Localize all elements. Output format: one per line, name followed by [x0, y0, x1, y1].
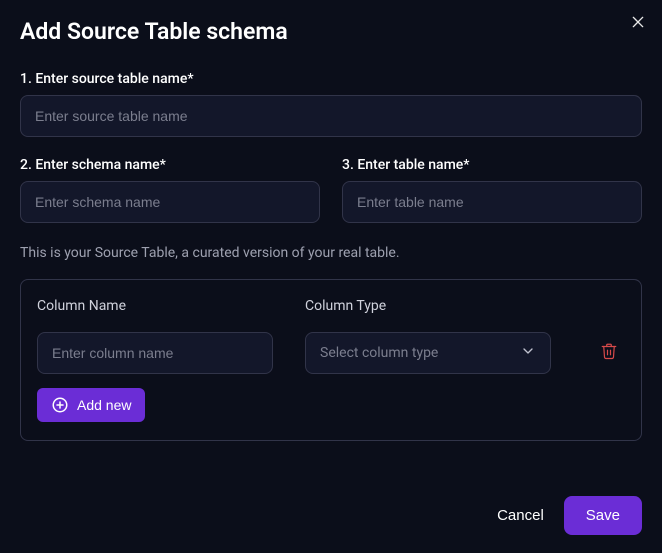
close-icon [630, 14, 646, 34]
save-button[interactable]: Save [564, 496, 642, 535]
column-type-placeholder: Select column type [320, 345, 438, 361]
cancel-button[interactable]: Cancel [497, 507, 544, 524]
modal-title: Add Source Table schema [20, 18, 642, 45]
schema-name-input[interactable] [20, 181, 320, 223]
close-button[interactable] [628, 14, 648, 34]
column-type-header: Column Type [305, 298, 625, 314]
add-new-button[interactable]: Add new [37, 388, 145, 422]
help-text: This is your Source Table, a curated ver… [20, 245, 642, 261]
column-row: Select column type [37, 332, 625, 374]
table-name-label: 3. Enter table name* [342, 157, 642, 173]
add-new-label: Add new [77, 397, 131, 413]
trash-icon [600, 342, 618, 364]
plus-circle-icon [51, 396, 69, 414]
column-name-input[interactable] [37, 332, 273, 374]
schema-name-label: 2. Enter schema name* [20, 157, 320, 173]
chevron-down-icon [520, 343, 536, 363]
footer-actions: Cancel Save [497, 496, 642, 535]
source-table-input[interactable] [20, 95, 642, 137]
columns-container: Column Name Column Type Select column ty… [20, 279, 642, 441]
column-name-header: Column Name [37, 298, 305, 314]
table-name-input[interactable] [342, 181, 642, 223]
delete-column-button[interactable] [593, 342, 625, 364]
source-table-label: 1. Enter source table name* [20, 71, 642, 87]
column-type-select[interactable]: Select column type [305, 332, 551, 374]
